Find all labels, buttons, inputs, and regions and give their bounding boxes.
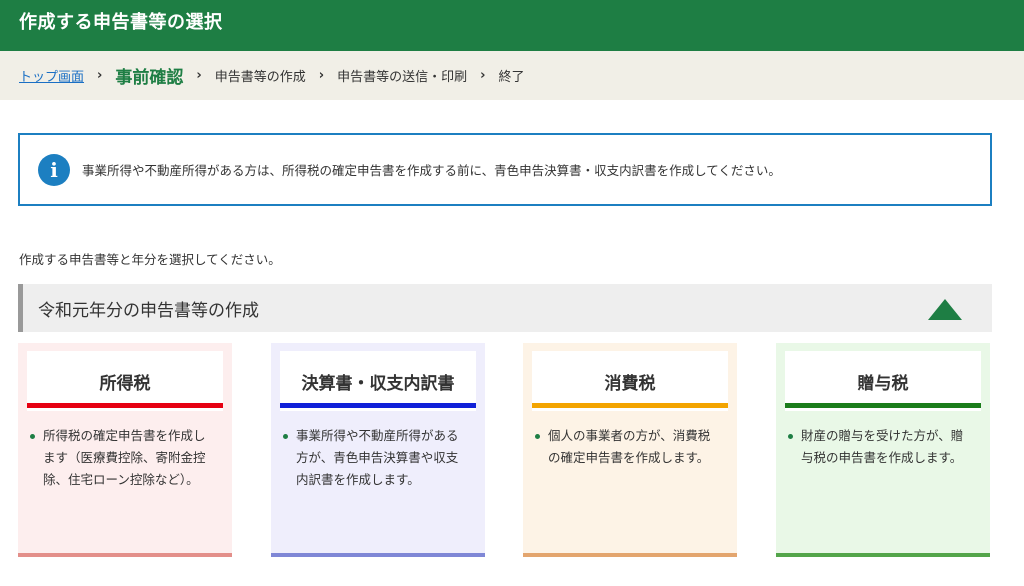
breadcrumb-step-send-print: 申告書等の送信・印刷 xyxy=(337,70,468,85)
card-description: 所得税の確定申告書を作成します（医療費控除、寄附金控除、住宅ローン控除など）。 xyxy=(27,425,217,491)
card-income-tax[interactable]: 所得税 所得税の確定申告書を作成します（医療費控除、寄附金控除、住宅ローン控除な… xyxy=(18,343,232,557)
card-bottom-border xyxy=(776,553,990,557)
card-title: 決算書・収支内訳書 xyxy=(280,351,476,411)
card-bottom-border xyxy=(523,553,737,557)
page-header: 作成する申告書等の選択 xyxy=(0,0,1024,51)
breadcrumb-step-finish: 終了 xyxy=(498,70,525,85)
card-accent-line xyxy=(280,403,476,408)
breadcrumb-current-step: 事前確認 xyxy=(115,68,184,88)
card-title: 所得税 xyxy=(27,351,223,411)
card-title: 贈与税 xyxy=(785,351,981,411)
breadcrumb-separator-icon: › xyxy=(196,68,202,83)
info-text: 事業所得や不動産所得がある方は、所得税の確定申告書を作成する前に、青色申告決算書… xyxy=(82,163,781,178)
breadcrumb-separator-icon: › xyxy=(97,68,103,83)
card-gift-tax[interactable]: 贈与税 財産の贈与を受けた方が、贈与税の申告書を作成します。 xyxy=(776,343,990,557)
breadcrumb-home-link[interactable]: トップ画面 xyxy=(19,66,84,85)
card-bottom-border xyxy=(271,553,485,557)
page-title: 作成する申告書等の選択 xyxy=(19,12,223,33)
card-list: 所得税 所得税の確定申告書を作成します（医療費控除、寄附金控除、住宅ローン控除な… xyxy=(18,343,992,557)
card-accent-line xyxy=(785,403,981,408)
card-accent-line xyxy=(532,403,728,408)
breadcrumb-separator-icon: › xyxy=(480,68,486,83)
card-title: 消費税 xyxy=(532,351,728,411)
card-consumption-tax[interactable]: 消費税 個人の事業者の方が、消費税の確定申告書を作成します。 xyxy=(523,343,737,557)
card-bottom-border xyxy=(18,553,232,557)
section-header: 令和元年分の申告書等の作成 xyxy=(18,284,992,332)
info-icon: i xyxy=(38,153,70,186)
breadcrumb-step-create: 申告書等の作成 xyxy=(214,70,306,85)
card-description: 財産の贈与を受けた方が、贈与税の申告書を作成します。 xyxy=(785,425,975,469)
triangle-up-icon[interactable] xyxy=(928,299,962,320)
card-description: 事業所得や不動産所得がある方が、青色申告決算書や収支内訳書を作成します。 xyxy=(280,425,470,491)
info-notice: i 事業所得や不動産所得がある方は、所得税の確定申告書を作成する前に、青色申告決… xyxy=(18,133,992,206)
card-financial-statement[interactable]: 決算書・収支内訳書 事業所得や不動産所得がある方が、青色申告決算書や収支内訳書を… xyxy=(271,343,485,557)
instruction-text: 作成する申告書等と年分を選択してください。 xyxy=(19,252,281,267)
card-description: 個人の事業者の方が、消費税の確定申告書を作成します。 xyxy=(532,425,722,469)
card-accent-line xyxy=(27,403,223,408)
breadcrumb-separator-icon: › xyxy=(318,68,325,83)
section-title: 令和元年分の申告書等の作成 xyxy=(38,300,259,321)
breadcrumb: トップ画面 › 事前確認 › 申告書等の作成 › 申告書等の送信・印刷 › 終了 xyxy=(0,51,1024,100)
